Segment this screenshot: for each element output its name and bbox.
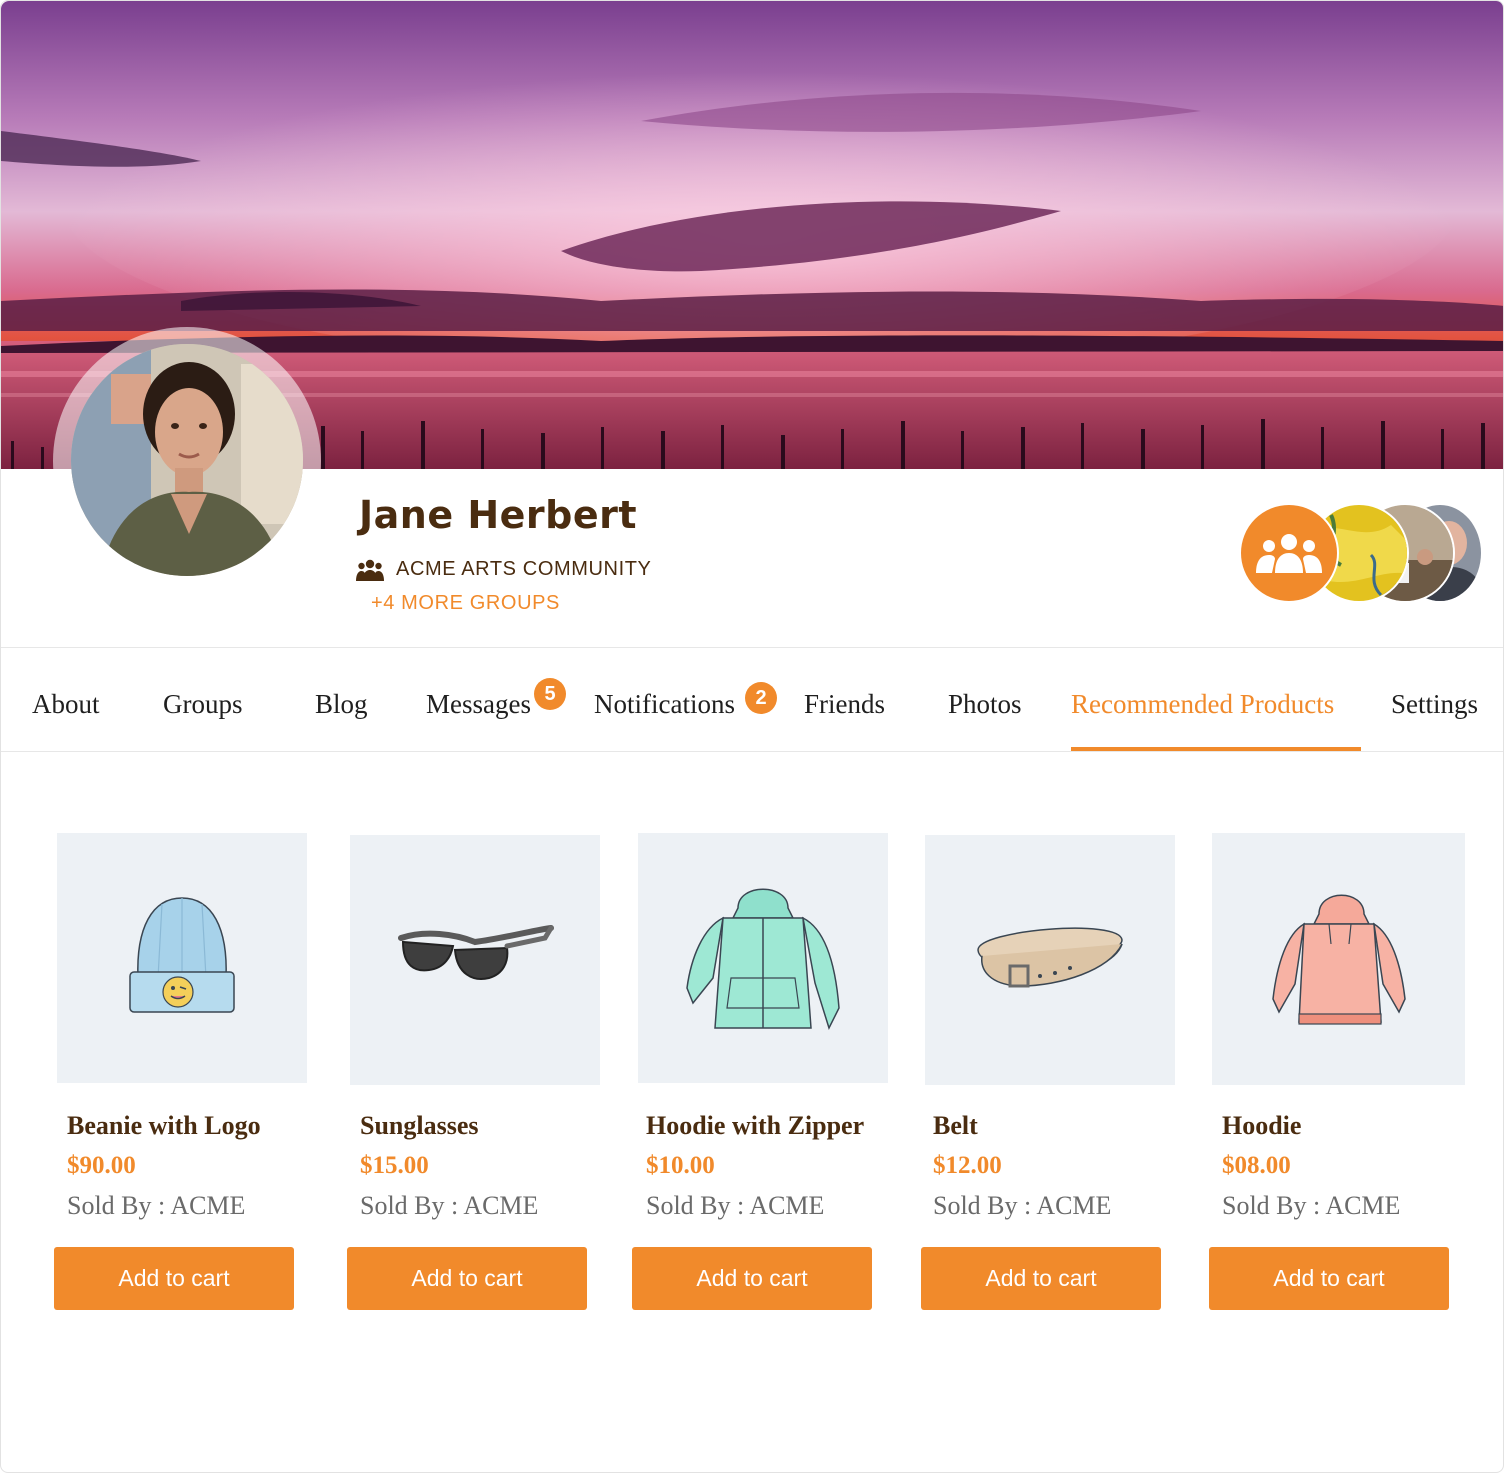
tab-notifications[interactable]: Notifications	[594, 689, 735, 720]
primary-group[interactable]: ACME ARTS COMMUNITY	[356, 558, 652, 581]
product-image[interactable]	[1212, 833, 1465, 1085]
product-seller: Sold By : ACME	[67, 1191, 246, 1220]
group-avatar-main[interactable]	[1239, 503, 1339, 603]
product-image[interactable]	[925, 835, 1175, 1085]
tab-messages[interactable]: Messages	[426, 689, 531, 720]
product-seller: Sold By : ACME	[1222, 1191, 1401, 1220]
product-seller: Sold By : ACME	[360, 1191, 539, 1220]
tab-about[interactable]: About	[32, 689, 100, 720]
product-seller: Sold By : ACME	[646, 1191, 825, 1220]
product-image[interactable]	[638, 833, 888, 1083]
profile-name: Jane Herbert	[359, 493, 638, 537]
product-name[interactable]: Hoodie with Zipper	[646, 1111, 864, 1141]
users-icon	[1256, 534, 1322, 573]
more-groups-link[interactable]: +4 MORE GROUPS	[371, 592, 560, 615]
avatar[interactable]	[71, 344, 303, 576]
tab-settings[interactable]: Settings	[1391, 689, 1478, 720]
product-price: $12.00	[933, 1152, 1002, 1179]
product-price: $15.00	[360, 1152, 429, 1179]
product-card: Hoodie $08.00 Sold By : ACME Add to cart	[1209, 833, 1465, 1310]
tab-groups[interactable]: Groups	[163, 689, 243, 720]
tab-blog[interactable]: Blog	[315, 689, 368, 720]
messages-count-badge: 5	[534, 678, 566, 710]
product-card: Beanie with Logo $90.00 Sold By : ACME A…	[54, 833, 309, 1310]
add-to-cart-button[interactable]: Add to cart	[1209, 1247, 1449, 1310]
product-name[interactable]: Sunglasses	[360, 1111, 479, 1141]
profile-page: Jane Herbert ACME ARTS COMMUNITY +4 MORE…	[0, 0, 1504, 1473]
add-to-cart-button[interactable]: Add to cart	[921, 1247, 1161, 1310]
product-name[interactable]: Beanie with Logo	[67, 1111, 261, 1141]
notifications-count-badge: 2	[745, 682, 777, 714]
hoodie-icon	[1271, 894, 1406, 1025]
product-card: Sunglasses $15.00 Sold By : ACME Add to …	[347, 835, 602, 1310]
product-image[interactable]	[57, 833, 307, 1083]
tab-friends[interactable]: Friends	[804, 689, 885, 720]
belt-icon	[977, 927, 1123, 988]
users-icon	[356, 559, 384, 581]
tab-photos[interactable]: Photos	[948, 689, 1022, 720]
add-to-cart-button[interactable]: Add to cart	[347, 1247, 587, 1310]
product-seller: Sold By : ACME	[933, 1191, 1112, 1220]
product-price: $08.00	[1222, 1152, 1291, 1179]
product-card: Hoodie with Zipper $10.00 Sold By : ACME…	[632, 833, 890, 1310]
add-to-cart-button[interactable]: Add to cart	[54, 1247, 294, 1310]
add-to-cart-button[interactable]: Add to cart	[632, 1247, 872, 1310]
zip-hoodie-icon	[686, 888, 840, 1031]
group-avatars	[1237, 503, 1487, 605]
group-name: ACME ARTS COMMUNITY	[396, 558, 652, 580]
tabs-divider-bottom	[1, 751, 1503, 752]
product-price: $10.00	[646, 1152, 715, 1179]
product-price: $90.00	[67, 1152, 136, 1179]
product-name[interactable]: Hoodie	[1222, 1111, 1301, 1141]
sunglasses-icon	[398, 925, 554, 980]
tabs-divider-top	[1, 647, 1503, 648]
beanie-icon	[129, 897, 235, 1013]
product-image[interactable]	[350, 835, 600, 1085]
tab-recommended-products[interactable]: Recommended Products	[1071, 689, 1334, 720]
product-card: Belt $12.00 Sold By : ACME Add to cart	[921, 835, 1177, 1310]
product-name[interactable]: Belt	[933, 1111, 978, 1141]
